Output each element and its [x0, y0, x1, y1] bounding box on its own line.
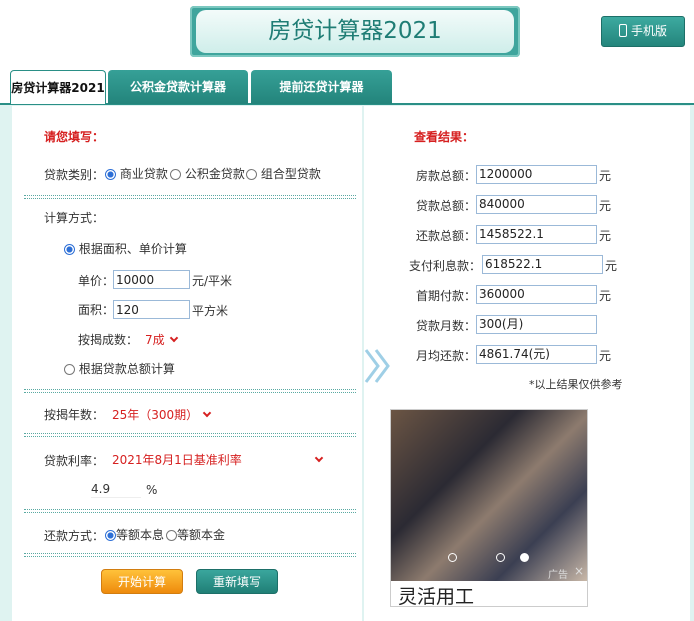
page-title: 房贷计算器2021	[196, 10, 514, 53]
loan-type-combined[interactable]: 组合型贷款	[246, 165, 321, 182]
tab-prepayment-calculator[interactable]: 提前还贷计算器	[251, 70, 392, 104]
mobile-version-button[interactable]: 手机版	[601, 16, 685, 47]
divider	[24, 195, 356, 196]
area-unit: 平方米	[192, 304, 229, 318]
result-label-house-total: 房款总额：	[416, 169, 477, 183]
years-label: 按揭年数：	[44, 408, 105, 422]
result-unit: 元	[599, 199, 612, 213]
repay-label: 还款方式：	[44, 529, 105, 543]
result-repay-total: 1458522.1	[476, 225, 597, 244]
divider	[24, 198, 356, 199]
result-interest: 618522.1	[482, 255, 603, 274]
divider	[24, 389, 356, 390]
result-unit: 元	[599, 169, 612, 183]
result-label-loan-total: 贷款总额：	[416, 199, 477, 213]
unit-price-unit: 元/平米	[192, 274, 233, 288]
loan-type-label: 贷款类别：	[44, 168, 105, 182]
result-unit: 元	[605, 259, 618, 273]
years-select[interactable]: 25年（300期）	[112, 406, 212, 423]
carousel-dot[interactable]	[496, 553, 505, 562]
divider	[24, 509, 356, 510]
radio-selected-icon[interactable]	[105, 530, 116, 541]
start-calculate-button[interactable]: 开始计算	[101, 569, 183, 594]
result-label-interest: 支付利息款：	[409, 259, 482, 273]
method-loan-total[interactable]: 根据贷款总额计算	[64, 360, 175, 377]
double-chevron-right-icon	[364, 349, 390, 383]
tab-mortgage-calculator[interactable]: 房贷计算器2021	[10, 70, 106, 104]
ad-caption: 灵活用工	[398, 586, 475, 608]
result-loan-total: 840000	[476, 195, 597, 214]
chevron-down-icon	[202, 408, 212, 418]
rate-unit: %	[146, 483, 158, 497]
area-input[interactable]	[113, 300, 190, 319]
loan-type-provident[interactable]: 公积金贷款	[170, 165, 245, 182]
radio-selected-icon[interactable]	[64, 244, 75, 255]
result-note: *以上结果仅供参考	[529, 378, 623, 391]
ad-close-icon[interactable]: ×	[574, 564, 584, 578]
ad-image[interactable]	[391, 410, 587, 581]
radio-icon[interactable]	[246, 169, 257, 180]
carousel-dot[interactable]	[448, 553, 457, 562]
unit-price-label: 单价：	[78, 274, 115, 288]
rate-input[interactable]: 4.9	[91, 482, 141, 498]
result-label-monthly: 月均还款：	[416, 349, 477, 363]
result-house-total: 1200000	[476, 165, 597, 184]
radio-selected-icon[interactable]	[105, 169, 116, 180]
result-down-payment: 360000	[476, 285, 597, 304]
result-label-loan-months: 贷款月数：	[416, 319, 477, 333]
result-unit: 元	[599, 349, 612, 363]
result-unit: 元	[599, 229, 612, 243]
radio-icon[interactable]	[170, 169, 181, 180]
chevron-down-icon	[314, 453, 324, 463]
phone-icon	[618, 24, 627, 37]
loan-type-commercial[interactable]: 商业贷款	[105, 165, 168, 182]
mobile-version-label: 手机版	[630, 24, 667, 38]
radio-icon[interactable]	[64, 364, 75, 375]
ad-badge: 广告	[548, 570, 568, 581]
calc-method-label: 计算方式：	[44, 211, 105, 225]
ratio-label: 按揭成数：	[78, 333, 139, 347]
area-label: 面积：	[78, 303, 115, 317]
divider	[24, 392, 356, 393]
result-loan-months: 300(月)	[476, 315, 597, 334]
result-heading: 查看结果：	[414, 130, 475, 144]
chevron-down-icon	[169, 333, 178, 343]
result-label-down-payment: 首期付款：	[416, 289, 477, 303]
divider	[24, 556, 356, 557]
tab-provident-fund-calculator[interactable]: 公积金贷款计算器	[108, 70, 248, 104]
divider	[24, 553, 356, 554]
method-area-price[interactable]: 根据面积、单价计算	[64, 240, 187, 257]
radio-icon[interactable]	[166, 530, 177, 541]
divider	[24, 512, 356, 513]
divider	[24, 433, 356, 434]
reset-button[interactable]: 重新填写	[196, 569, 278, 594]
repay-equal-installment[interactable]: 等额本息	[105, 526, 164, 543]
repay-equal-principal[interactable]: 等额本金	[166, 526, 225, 543]
rate-select[interactable]: 2021年8月1日基准利率	[112, 451, 326, 468]
ratio-select[interactable]: 7成	[145, 331, 178, 348]
result-monthly: 4861.74(元)	[476, 345, 597, 364]
unit-price-input[interactable]	[113, 270, 190, 289]
carousel-dot-active[interactable]	[520, 553, 529, 562]
result-unit: 元	[599, 289, 612, 303]
form-heading: 请您填写：	[44, 130, 105, 144]
divider	[24, 436, 356, 437]
result-label-repay-total: 还款总额：	[416, 229, 477, 243]
rate-label: 贷款利率：	[44, 454, 105, 468]
